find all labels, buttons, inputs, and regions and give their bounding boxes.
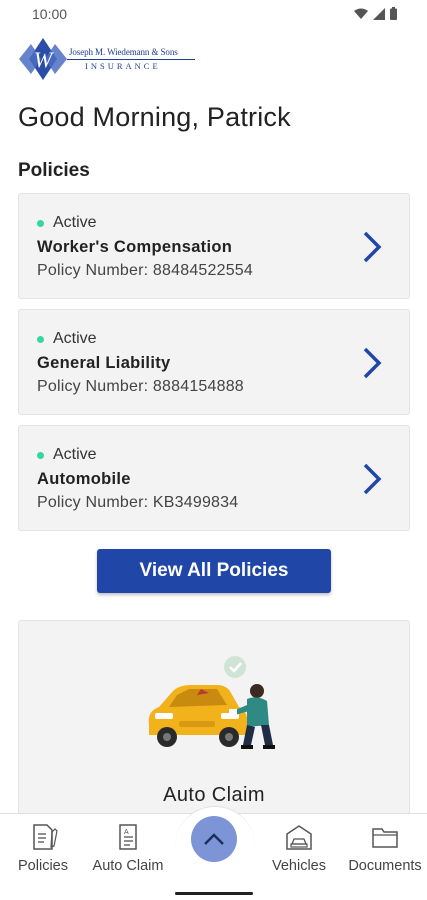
nav-label: Documents [348,858,422,874]
policy-status-label: Active [53,446,97,463]
auto-claim-title: Auto Claim [163,784,265,806]
expand-menu-fab[interactable] [191,816,237,862]
nav-item-vehicles[interactable]: Vehicles [257,814,341,884]
policy-status: Active [37,214,97,232]
auto-claim-illustration [148,656,275,749]
chevron-up-icon [204,833,224,845]
nav-item-auto-claim[interactable]: A Auto Claim [86,814,170,884]
policy-status: Active [37,446,97,464]
auto-claim-form-icon: A [119,824,137,850]
status-icons [354,7,397,20]
policy-status: Active [37,330,97,348]
view-all-policies-button[interactable]: View All Policies [97,549,331,593]
logo-insurance-label: INSURANCE [85,61,161,71]
greeting-title: Good Morning, Patrick [18,102,291,132]
status-time: 10:00 [32,6,68,22]
nav-item-policies[interactable]: Policies [1,814,85,884]
policy-name: Automobile [37,470,131,488]
svg-text:A: A [124,829,129,836]
logo-company-name: Joseph M. Wiedemann & Sons [69,47,178,57]
chevron-right-icon[interactable] [361,462,383,496]
status-active-dot [37,219,44,227]
policy-status-label: Active [53,330,97,347]
logo-diamond-icon: W [19,38,67,80]
nav-label: Vehicles [271,858,326,874]
bottom-navigation: Policies A Auto Claim Vehicles Documents [0,806,427,900]
policy-name: Worker's Compensation [37,238,233,256]
policy-status-label: Active [53,214,97,231]
policy-number: Policy Number: KB3499834 [37,494,239,511]
policy-name: General Liability [37,354,171,372]
policy-number: Policy Number: 8884154888 [37,378,244,395]
logo-divider [67,59,195,60]
nav-label: Policies [18,858,68,874]
vehicles-garage-icon [286,825,312,850]
policies-section-title: Policies [18,160,90,181]
policy-card-automobile[interactable]: Active Automobile Policy Number: KB34998… [18,425,410,531]
status-bar: 10:00 [0,0,427,30]
company-logo: W Joseph M. Wiedemann & Sons INSURANCE [19,36,199,82]
svg-text:W: W [34,47,54,72]
battery-icon [390,7,397,20]
chevron-right-icon[interactable] [361,230,383,264]
policies-document-icon [33,824,58,850]
home-indicator[interactable] [175,892,253,895]
chevron-right-icon[interactable] [361,346,383,380]
status-active-dot [37,451,44,459]
status-active-dot [37,335,44,343]
nav-item-documents[interactable]: Documents [343,814,427,884]
policy-card-general-liability[interactable]: Active General Liability Policy Number: … [18,309,410,415]
policy-card-workers-compensation[interactable]: Active Worker's Compensation Policy Numb… [18,193,410,299]
nav-label: Auto Claim [92,858,164,874]
signal-icon [373,7,385,20]
wifi-icon [354,8,368,19]
documents-folder-icon [372,828,398,848]
policy-number: Policy Number: 88484522554 [37,262,254,279]
